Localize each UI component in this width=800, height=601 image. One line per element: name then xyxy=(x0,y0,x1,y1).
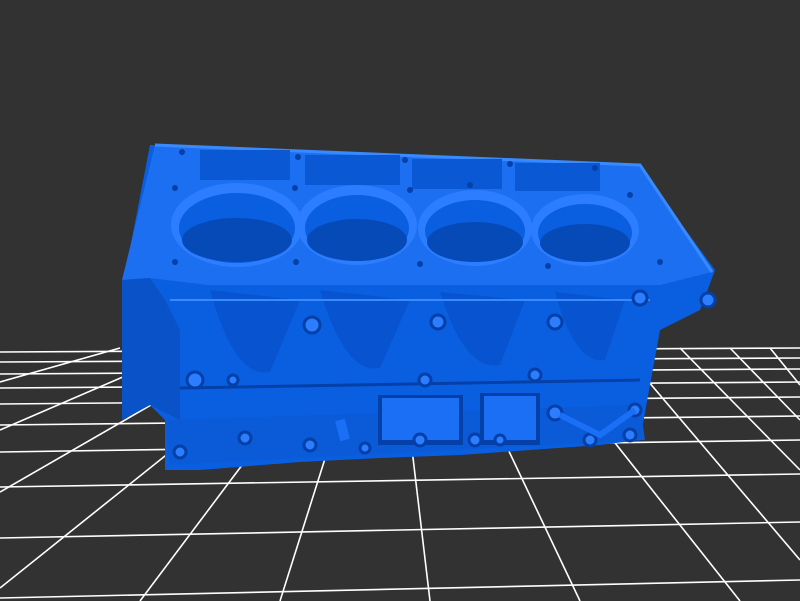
scene xyxy=(0,143,800,601)
3d-viewport[interactable] xyxy=(0,0,800,601)
engine-block-model[interactable] xyxy=(122,143,717,470)
